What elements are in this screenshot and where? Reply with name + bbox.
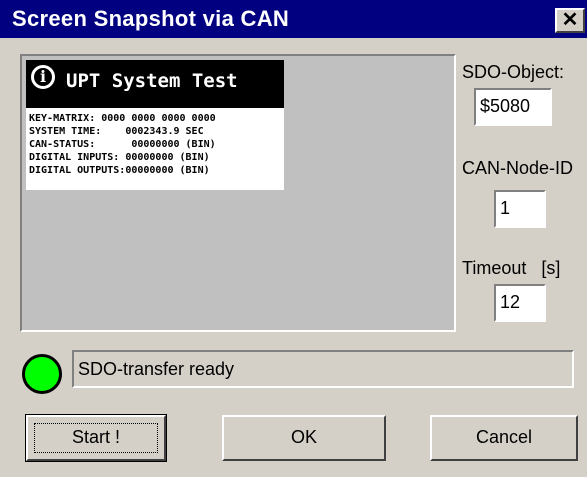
lcd-line-system-time: SYSTEM TIME: 0002343.9 SEC: [29, 126, 204, 137]
ok-button-label: OK: [290, 427, 317, 447]
focus-rectangle: [34, 423, 158, 453]
lcd-line-digital-outputs: DIGITAL OUTPUTS:00000000 (BIN): [29, 165, 210, 176]
timeout-label: Timeout [s]: [462, 258, 561, 278]
timeout-field[interactable]: 12: [494, 284, 546, 322]
ok-button[interactable]: OK: [222, 415, 386, 461]
close-icon: ✕: [561, 9, 579, 31]
lcd-title: UPT System Test: [66, 70, 238, 92]
sdo-object-field[interactable]: $5080: [474, 88, 552, 126]
title-bar[interactable]: Screen Snapshot via CAN ✕: [0, 0, 587, 38]
screen-snapshot-panel: i UPT System Test KEY-MATRIX: 0000 0000 …: [20, 54, 456, 332]
lcd-line-digital-inputs: DIGITAL INPUTS: 00000000 (BIN): [29, 152, 210, 163]
lcd-line-can-status: CAN-STATUS: 00000000 (BIN): [29, 139, 216, 150]
can-node-id-field[interactable]: 1: [494, 190, 546, 228]
start-button[interactable]: Start !: [25, 414, 167, 462]
close-button[interactable]: ✕: [555, 8, 585, 33]
cancel-button[interactable]: Cancel: [430, 415, 578, 461]
can-node-id-label: CAN-Node-ID: [462, 158, 574, 178]
lcd-line-key-matrix: KEY-MATRIX: 0000 0000 0000 0000: [29, 113, 216, 124]
lcd-display: i UPT System Test KEY-MATRIX: 0000 0000 …: [26, 60, 284, 190]
status-led-indicator: [22, 354, 62, 394]
cancel-button-label: Cancel: [475, 427, 533, 447]
window-title: Screen Snapshot via CAN: [12, 6, 290, 31]
status-text-field: SDO-transfer ready: [72, 350, 574, 388]
sdo-object-label: SDO-Object:: [462, 62, 565, 82]
lcd-header: i UPT System Test: [26, 60, 284, 108]
info-icon: i: [31, 65, 55, 89]
